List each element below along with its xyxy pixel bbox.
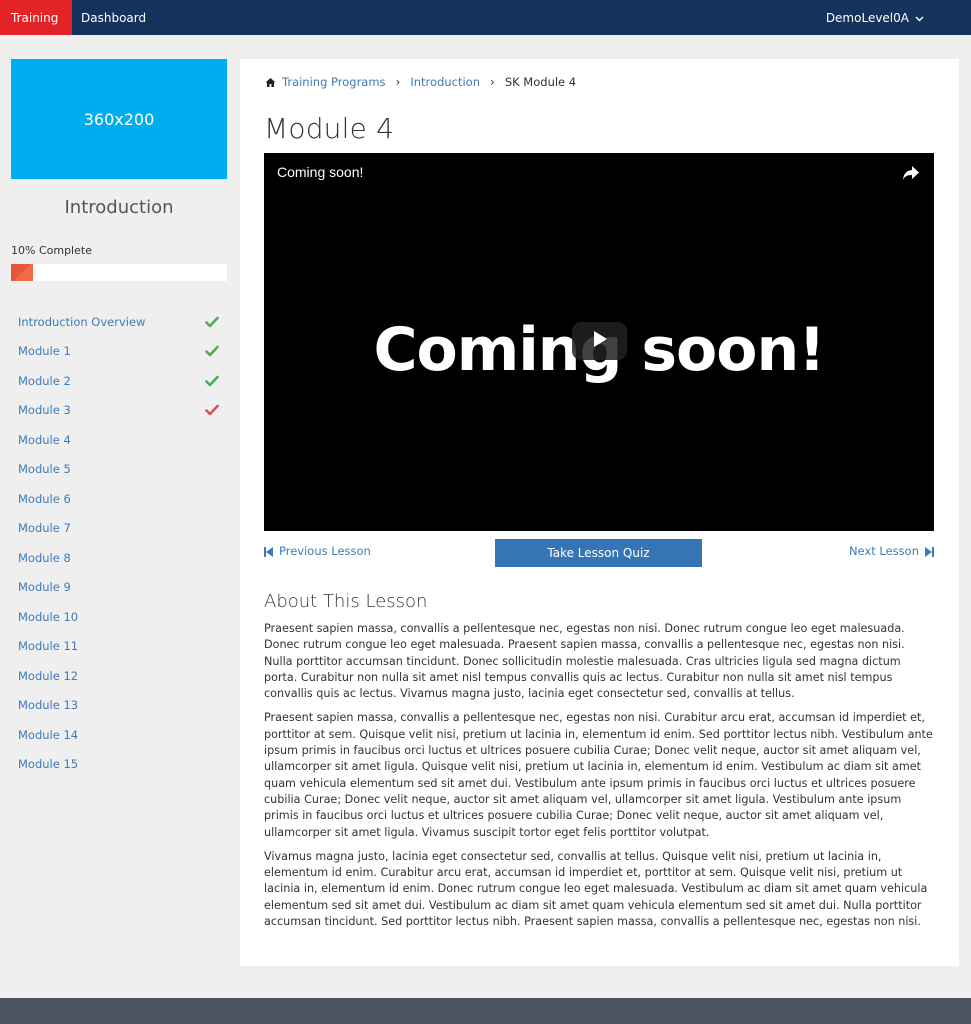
module-label: Module 8 [18, 550, 71, 565]
course-thumbnail: 360x200 [11, 59, 227, 179]
breadcrumb-separator: › [395, 75, 401, 89]
sidebar-module-item[interactable]: Module 3 [11, 396, 227, 426]
main-panel: Training Programs › Introduction › SK Mo… [240, 59, 959, 966]
about-lesson-heading: About This Lesson [264, 591, 428, 612]
home-icon[interactable] [265, 77, 276, 88]
sidebar: 360x200 Introduction 10% Complete Introd… [11, 59, 227, 779]
page-title: Module 4 [264, 112, 395, 145]
sidebar-module-item[interactable]: Module 15 [11, 750, 227, 780]
progress-label: 10% Complete [11, 244, 92, 257]
sidebar-module-item[interactable]: Module 13 [11, 691, 227, 721]
module-label: Module 1 [18, 344, 71, 359]
module-label: Module 15 [18, 757, 79, 772]
nav-tab-training[interactable]: Training [0, 0, 72, 35]
breadcrumb-introduction[interactable]: Introduction [410, 75, 480, 89]
module-label: Module 14 [18, 727, 79, 742]
sidebar-module-item[interactable]: Module 12 [11, 661, 227, 691]
sidebar-module-item[interactable]: Module 6 [11, 484, 227, 514]
sidebar-module-item[interactable]: Module 14 [11, 720, 227, 750]
sidebar-module-item[interactable]: Module 7 [11, 514, 227, 544]
check-icon [205, 315, 219, 329]
sidebar-module-item[interactable]: Module 10 [11, 602, 227, 632]
check-icon [205, 374, 219, 388]
module-label: Module 6 [18, 491, 71, 506]
module-label: Module 4 [18, 432, 71, 447]
next-lesson-label: Next Lesson [848, 544, 919, 558]
video-player[interactable]: Coming soon! Coming soon! [264, 153, 934, 531]
about-paragraph: Praesent sapien massa, convallis a pelle… [264, 622, 905, 701]
skip-forward-icon [925, 546, 934, 557]
breadcrumb: Training Programs › Introduction › SK Mo… [265, 75, 576, 89]
sidebar-module-item[interactable]: Module 11 [11, 632, 227, 662]
lesson-navigation: Previous Lesson Take Lesson Quiz Next Le… [264, 539, 934, 567]
skip-back-icon [264, 546, 273, 557]
about-lesson-body: Praesent sapien massa, convallis a pelle… [264, 621, 936, 938]
module-list: Introduction Overview Module 1 Module 2 Mod… [11, 307, 227, 779]
video-title[interactable]: Coming soon! [277, 164, 363, 180]
about-paragraph: Vivamus magna justo, lacinia eget consec… [264, 849, 928, 929]
module-label: Module 12 [18, 668, 79, 683]
progress-bar [11, 264, 227, 281]
check-icon [205, 344, 219, 358]
sidebar-module-item[interactable]: Module 1 [11, 337, 227, 367]
next-lesson-link[interactable]: Next Lesson [849, 544, 934, 558]
course-title: Introduction [64, 197, 174, 218]
play-icon [592, 330, 608, 352]
share-icon[interactable] [902, 165, 920, 181]
sidebar-module-item[interactable]: Module 9 [11, 573, 227, 603]
nav-tab-dashboard[interactable]: Dashboard [72, 0, 155, 35]
sidebar-module-item[interactable]: Module 4 [11, 425, 227, 455]
chevron-down-icon [915, 11, 924, 25]
module-label: Module 5 [18, 462, 71, 477]
check-icon [205, 403, 219, 417]
module-label: Module 13 [18, 698, 79, 713]
module-label: Module 7 [18, 521, 71, 536]
module-label: Module 10 [18, 609, 79, 624]
module-label: Module 9 [18, 580, 71, 595]
module-label: Module 3 [18, 403, 71, 418]
sidebar-module-item[interactable]: Module 5 [11, 455, 227, 485]
top-navbar: Training Dashboard DemoLevel0A [0, 0, 971, 35]
progress-bar-fill [11, 264, 33, 281]
footer-bar [0, 998, 971, 1024]
sidebar-module-item[interactable]: Introduction Overview [11, 307, 227, 337]
breadcrumb-training-programs[interactable]: Training Programs [282, 75, 386, 89]
thumbnail-placeholder-text: 360x200 [83, 109, 155, 129]
sidebar-module-item[interactable]: Module 8 [11, 543, 227, 573]
user-name: DemoLevel0A [825, 10, 909, 25]
module-label: Module 11 [18, 639, 79, 654]
module-label: Module 2 [18, 373, 71, 388]
user-menu[interactable]: DemoLevel0A [826, 0, 924, 35]
previous-lesson-label: Previous Lesson [279, 544, 371, 558]
module-label: Introduction Overview [18, 314, 146, 329]
previous-lesson-link[interactable]: Previous Lesson [264, 544, 371, 558]
take-lesson-quiz-button[interactable]: Take Lesson Quiz [495, 539, 702, 567]
about-paragraph: Praesent sapien massa, convallis a pelle… [264, 711, 933, 839]
breadcrumb-current: SK Module 4 [504, 75, 577, 89]
play-button[interactable] [572, 322, 627, 360]
sidebar-module-item[interactable]: Module 2 [11, 366, 227, 396]
breadcrumb-separator: › [490, 75, 495, 89]
